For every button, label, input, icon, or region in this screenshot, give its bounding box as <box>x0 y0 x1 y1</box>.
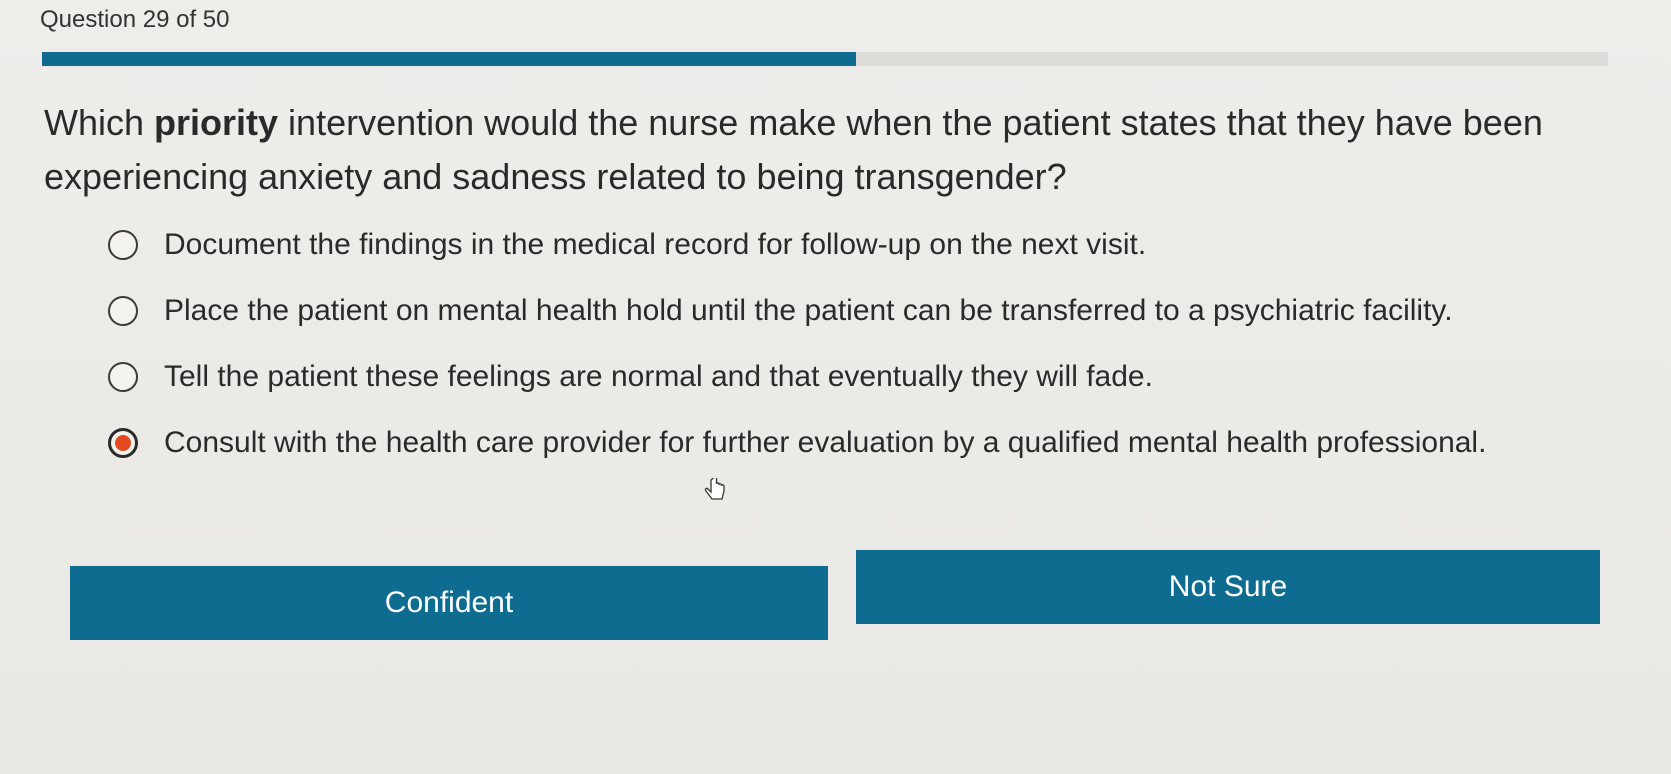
question-emphasis: priority <box>154 102 279 143</box>
radio-button-2[interactable] <box>108 296 138 326</box>
radio-button-3[interactable] <box>108 362 138 392</box>
answer-option-1[interactable]: Document the findings in the medical rec… <box>108 212 1628 278</box>
answer-option-3[interactable]: Tell the patient these feelings are norm… <box>108 344 1628 410</box>
answer-option-2[interactable]: Place the patient on mental health hold … <box>108 278 1628 344</box>
answer-option-label: Consult with the health care provider fo… <box>164 426 1487 459</box>
question-text-before: Which <box>44 102 155 143</box>
progress-bar-fill <box>42 52 857 66</box>
progress-bar <box>42 52 1608 66</box>
answer-option-label: Tell the patient these feelings are norm… <box>164 360 1153 393</box>
radio-button-1[interactable] <box>108 230 138 260</box>
answer-option-label: Place the patient on mental health hold … <box>164 294 1453 327</box>
answer-option-4[interactable]: Consult with the health care provider fo… <box>108 410 1628 476</box>
answer-options: Document the findings in the medical rec… <box>108 212 1628 476</box>
answer-option-label: Document the findings in the medical rec… <box>164 228 1147 261</box>
question-counter: Question 29 of 50 <box>40 6 230 33</box>
confident-button[interactable]: Confident <box>70 566 828 640</box>
radio-button-4[interactable] <box>108 428 138 458</box>
not-sure-button[interactable]: Not Sure <box>856 550 1600 624</box>
quiz-page: Question 29 of 50 Which priority interve… <box>0 0 1671 774</box>
question-text: Which priority intervention would the nu… <box>44 96 1604 204</box>
hand-pointer-icon <box>704 475 726 511</box>
